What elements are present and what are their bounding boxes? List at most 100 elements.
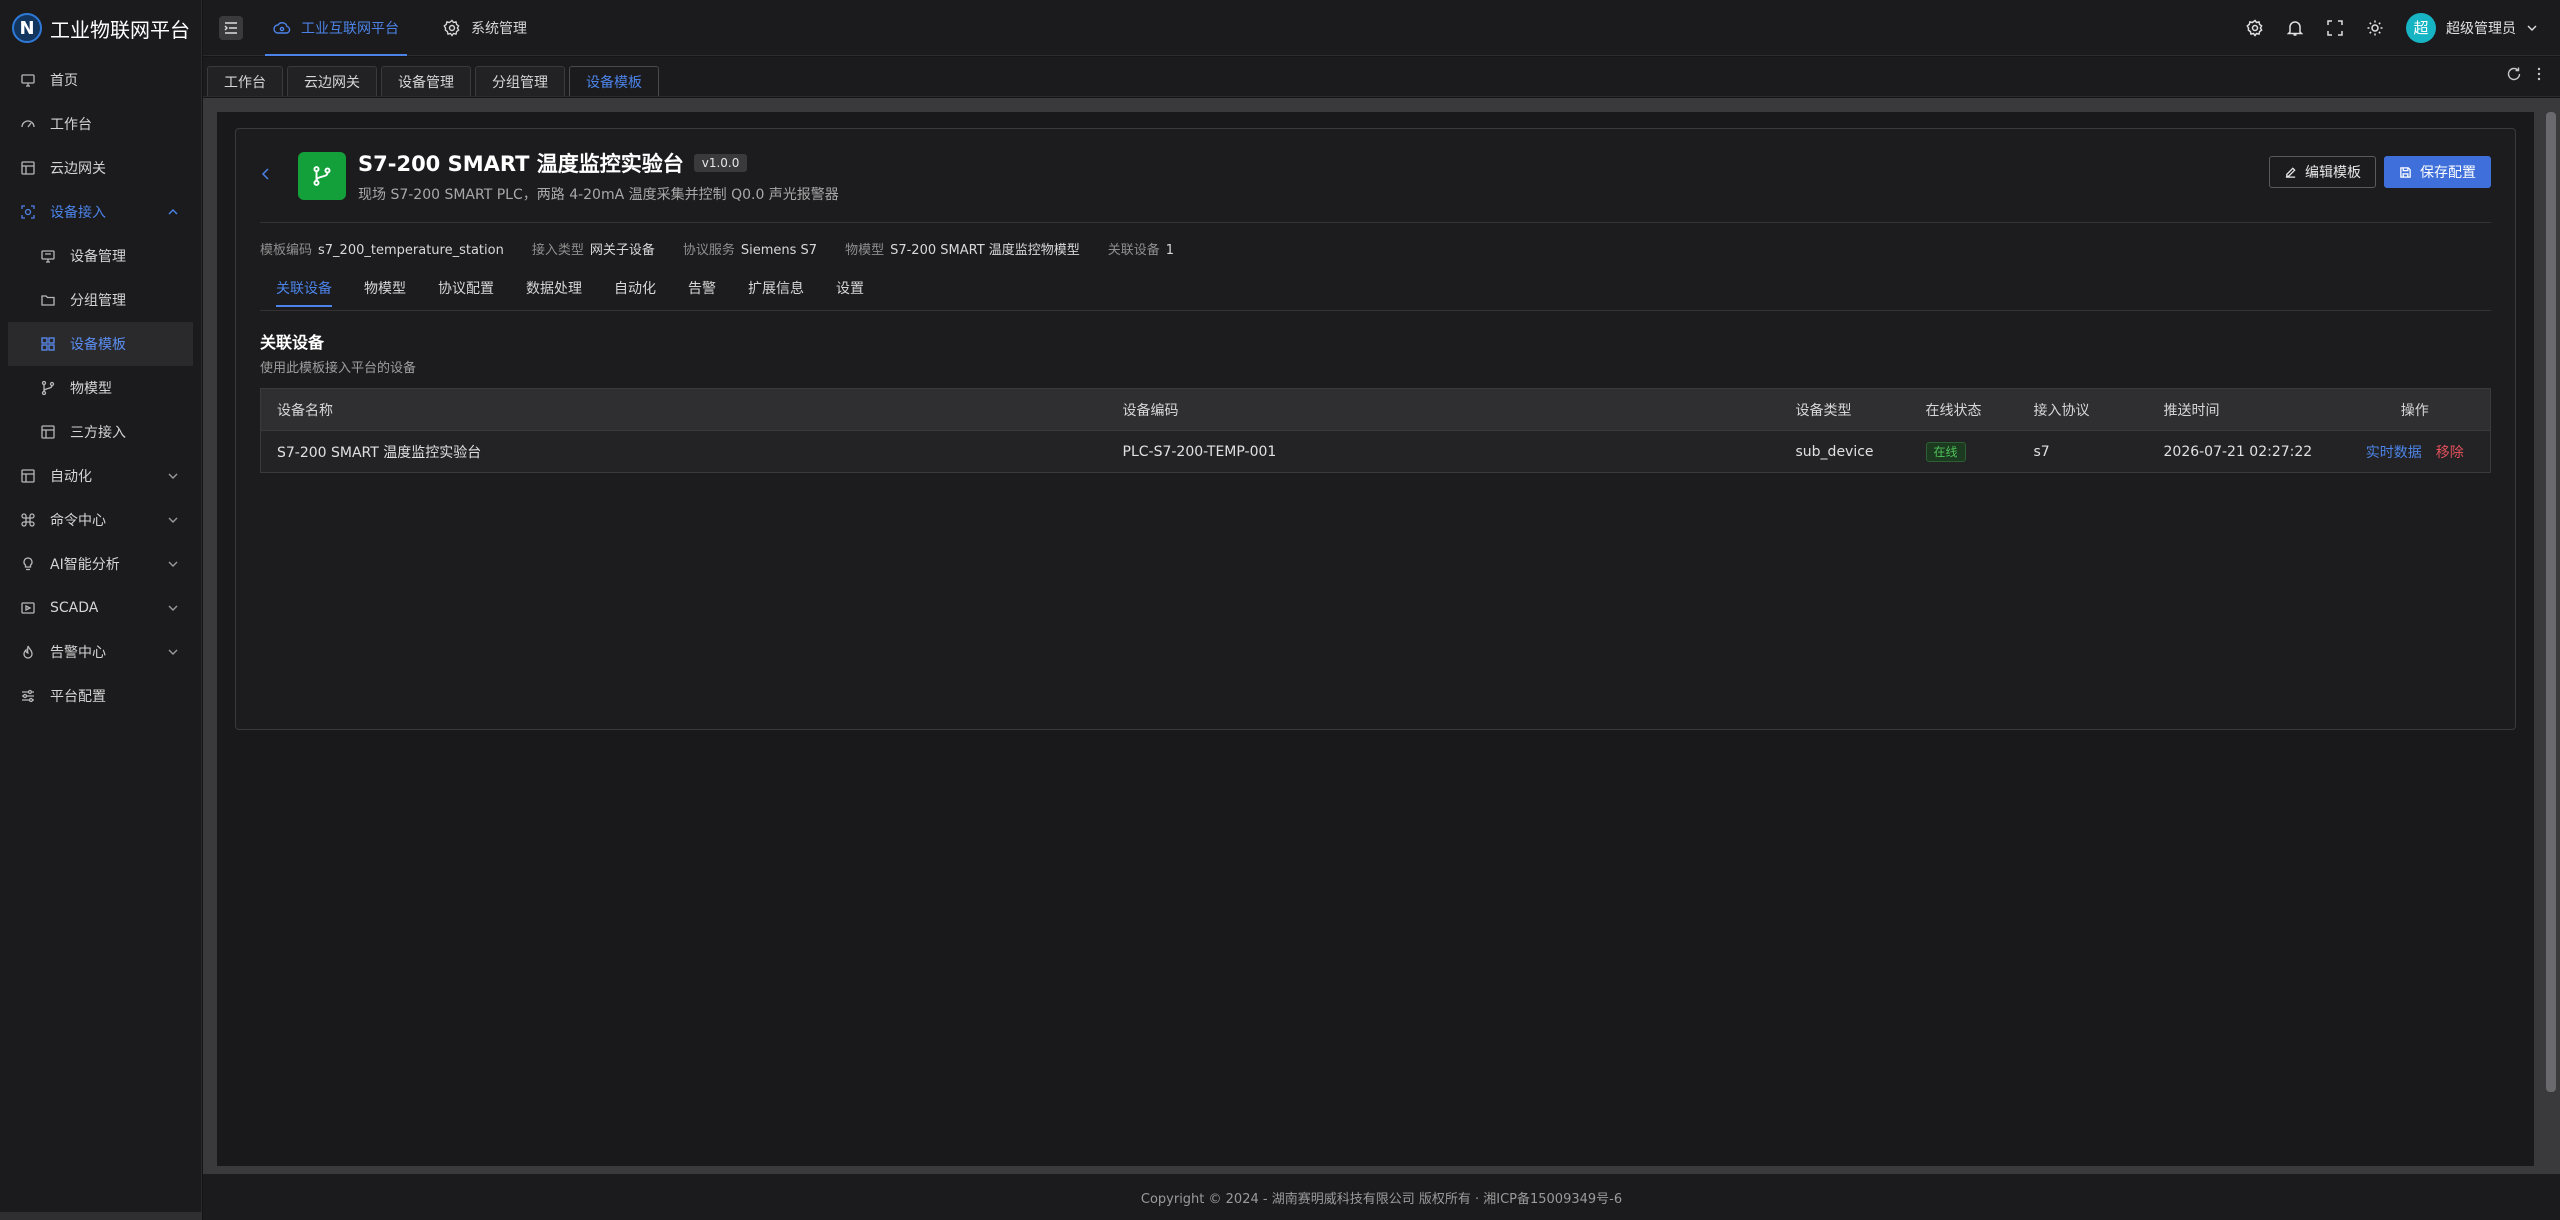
user-name: 超级管理员	[2446, 20, 2516, 37]
subtab-thing-model[interactable]: 物模型	[364, 269, 406, 307]
sidebar-item-label: 平台配置	[50, 689, 106, 705]
sidebar-item-ai-analysis[interactable]: AI智能分析	[0, 542, 201, 586]
tab-label: 系统管理	[471, 20, 527, 37]
cell-online-status: 在线	[1909, 430, 2018, 473]
page-tab-gateway[interactable]: 云边网关	[287, 66, 377, 96]
subtab-linked-devices[interactable]: 关联设备	[276, 269, 332, 307]
tab-iiot-platform[interactable]: 工业互联网平台	[259, 0, 413, 56]
subtab-protocol-config[interactable]: 协议配置	[438, 269, 494, 307]
table-row: S7-200 SMART 温度监控实验台 PLC-S7-200-TEMP-001…	[260, 430, 2491, 473]
header-actions: 超 超级管理员	[2246, 12, 2560, 43]
page-tab-device-manage[interactable]: 设备管理	[381, 66, 471, 96]
sidebar-scrollbar[interactable]	[0, 1212, 202, 1220]
subtab-automation[interactable]: 自动化	[614, 269, 656, 307]
chevron-down-icon	[165, 644, 181, 660]
content-area: S7-200 SMART 温度监控实验台 v1.0.0 现场 S7-200 SM…	[217, 112, 2534, 1166]
sun-icon[interactable]	[2366, 19, 2384, 37]
gear-icon	[443, 19, 460, 37]
remove-link[interactable]: 移除	[2436, 445, 2464, 461]
sidebar-item-group-manage[interactable]: 分组管理	[0, 278, 201, 322]
edit-label: 编辑模板	[2305, 165, 2361, 181]
meta-key: 物模型	[845, 242, 885, 258]
page-tabs-bar: 工作台 云边网关 设备管理 分组管理 设备模板	[203, 57, 2560, 97]
cell-device-code: PLC-S7-200-TEMP-001	[1106, 430, 1780, 473]
sidebar-item-label: SCADA	[50, 600, 99, 616]
sidebar-item-label: 分组管理	[70, 293, 126, 309]
page-tab-group-manage[interactable]: 分组管理	[475, 66, 565, 96]
subtab-alarm[interactable]: 告警	[688, 269, 716, 307]
sidebar-item-platform-config[interactable]: 平台配置	[0, 674, 201, 718]
sidebar-item-label: 命令中心	[50, 513, 106, 529]
sidebar-item-device-manage[interactable]: 设备管理	[0, 234, 201, 278]
meta-key: 关联设备	[1107, 242, 1160, 258]
meta-item-protocol: 协议服务 Siemens S7	[683, 239, 817, 258]
sidebar-item-workbench[interactable]: 工作台	[0, 102, 201, 146]
menu-toggle-button[interactable]	[219, 15, 243, 40]
meta-item-device-count: 关联设备 1	[1108, 239, 1174, 258]
screencast-icon	[20, 600, 36, 616]
sidebar-item-thing-model[interactable]: 物模型	[0, 366, 201, 410]
back-button[interactable]	[260, 165, 280, 186]
save-config-button[interactable]: 保存配置	[2384, 156, 2491, 188]
settings-icon[interactable]	[2246, 18, 2264, 37]
bell-icon[interactable]	[2286, 19, 2304, 37]
top-header: 工业互联网平台 系统管理 超 超级管理员	[203, 0, 2560, 56]
meta-key: 接入类型	[531, 242, 584, 258]
tab-system-manage[interactable]: 系统管理	[429, 0, 541, 56]
user-menu[interactable]: 超 超级管理员	[2406, 12, 2538, 43]
page-tab-workbench[interactable]: 工作台	[207, 66, 283, 96]
sidebar-item-gateway[interactable]: 云边网关	[0, 146, 201, 190]
col-device-code: 设备编码	[1106, 388, 1780, 431]
meta-value: 网关子设备	[589, 242, 655, 258]
refresh-icon[interactable]	[2506, 66, 2522, 86]
linked-devices-table: 设备名称 设备编码 设备类型 在线状态 接入协议 推送时间 操作 S7-200 …	[260, 388, 2491, 473]
edit-template-button[interactable]: 编辑模板	[2269, 156, 2376, 188]
sidebar-item-scada[interactable]: SCADA	[0, 586, 201, 630]
tabs-bar-actions	[2506, 56, 2560, 96]
footer: Copyright © 2024 - 湖南赛明威科技有限公司 版权所有 · 湘I…	[203, 1174, 2560, 1220]
sidebar-item-alarm-center[interactable]: 告警中心	[0, 630, 201, 674]
cell-push-time: 2026-07-21 02:27:22	[2147, 430, 2340, 473]
meta-item-access-type: 接入类型 网关子设备	[532, 239, 655, 258]
meta-key: 协议服务	[682, 242, 735, 258]
sidebar-item-label: 首页	[50, 73, 78, 89]
tab-label: 工业互联网平台	[301, 20, 399, 37]
logo[interactable]: N 工业物联网平台	[0, 0, 201, 56]
sidebar-item-automation[interactable]: 自动化	[0, 454, 201, 498]
sidebar-item-label: 工作台	[50, 117, 92, 133]
page-tab-device-template[interactable]: 设备模板	[569, 66, 659, 96]
avatar: 超	[2406, 12, 2436, 43]
meta-item-thing-model: 物模型 S7-200 SMART 温度监控物模型	[845, 239, 1080, 258]
sidebar-item-label: 物模型	[70, 381, 112, 397]
sidebar-item-label: 设备模板	[70, 337, 126, 353]
sidebar-item-label: 三方接入	[70, 425, 126, 441]
subtab-data-processing[interactable]: 数据处理	[526, 269, 582, 307]
sidebar-item-home[interactable]: 首页	[0, 58, 201, 102]
realtime-data-link[interactable]: 实时数据	[2366, 445, 2422, 461]
chevron-down-icon	[165, 512, 181, 528]
subtab-settings[interactable]: 设置	[836, 269, 864, 307]
sidebar-item-label: 云边网关	[50, 161, 106, 177]
fullscreen-icon[interactable]	[2326, 19, 2344, 37]
sidebar-item-device-template[interactable]: 设备模板	[8, 322, 193, 366]
more-vertical-icon[interactable]	[2536, 66, 2542, 86]
sidebar-item-device-access[interactable]: 设备接入	[0, 190, 201, 234]
chevron-down-icon	[165, 600, 181, 616]
col-device-name: 设备名称	[260, 388, 1107, 431]
meta-value: S7-200 SMART 温度监控物模型	[890, 242, 1080, 258]
sidebar-item-label: 设备接入	[50, 205, 106, 221]
branch-icon	[313, 165, 331, 186]
meta-value: Siemens S7	[740, 242, 818, 258]
subtab-extension-info[interactable]: 扩展信息	[748, 269, 804, 307]
sidebar-nav: 首页 工作台 云边网关 设备接入 设备管理 分组管理 设备模板 物模型 三方接入…	[0, 56, 201, 718]
monitor-icon	[20, 72, 36, 88]
sidebar-item-third-party[interactable]: 三方接入	[0, 410, 201, 454]
dashboard-icon	[20, 116, 36, 132]
template-title-row: S7-200 SMART 温度监控实验台 v1.0.0	[358, 148, 839, 178]
sidebar-item-command-center[interactable]: 命令中心	[0, 498, 201, 542]
col-actions: 操作	[2339, 388, 2491, 431]
template-heading: S7-200 SMART 温度监控实验台 v1.0.0 现场 S7-200 SM…	[358, 148, 839, 204]
content-scrollbar[interactable]	[2546, 112, 2556, 1092]
template-meta: 模板编码 s7_200_temperature_station 接入类型 网关子设备…	[260, 223, 2491, 273]
flame-icon	[20, 644, 36, 660]
